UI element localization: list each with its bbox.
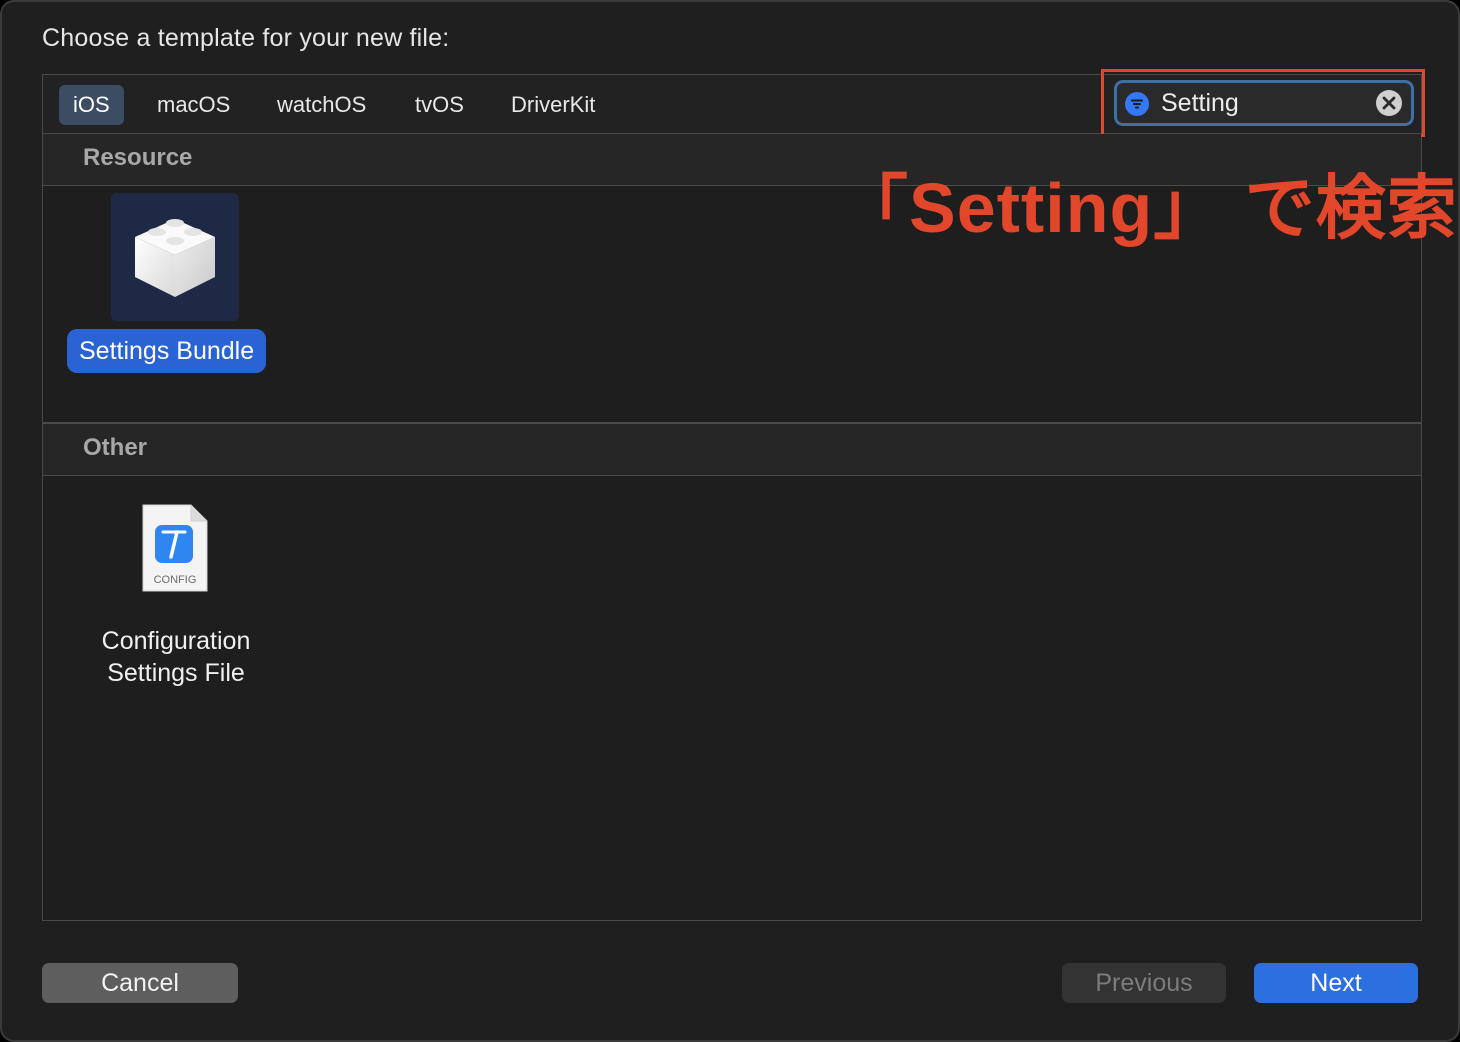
lego-brick-icon — [111, 193, 239, 321]
template-label-line1: Configuration — [101, 627, 251, 655]
dialog-title: Choose a template for your new file: — [42, 24, 450, 52]
config-file-icon: CONFIG — [141, 503, 209, 593]
section-header-other: Other — [43, 424, 1421, 476]
annotation-text: 「Setting」 で検索 — [838, 169, 1458, 247]
platform-tabbar: iOS macOS watchOS tvOS DriverKit Setting — [43, 69, 1425, 137]
template-settings-bundle[interactable]: Settings Bundle — [61, 193, 291, 377]
section-title: Resource — [83, 144, 193, 171]
cancel-button[interactable]: Cancel — [42, 963, 238, 1003]
filter-icon[interactable] — [1125, 92, 1149, 116]
section-title: Other — [83, 434, 148, 461]
template-label: Settings Bundle — [67, 329, 267, 373]
search-highlight-box: Setting — [1101, 69, 1425, 137]
tab-macos[interactable]: macOS — [143, 85, 244, 125]
clear-icon[interactable] — [1375, 89, 1403, 117]
tab-watchos[interactable]: watchOS — [263, 85, 380, 125]
search-input[interactable]: Setting — [1161, 83, 1239, 123]
config-caption: CONFIG — [154, 574, 197, 586]
next-button[interactable]: Next — [1254, 963, 1418, 1003]
template-configuration-settings-file[interactable]: CONFIG Configuration Settings File — [61, 503, 291, 693]
tab-ios[interactable]: iOS — [59, 85, 124, 125]
previous-button[interactable]: Previous — [1062, 963, 1226, 1003]
tab-tvos[interactable]: tvOS — [401, 85, 478, 125]
search-field[interactable]: Setting — [1114, 80, 1414, 126]
template-label-line2: Settings File — [107, 659, 245, 687]
new-file-dialog: Choose a template for your new file: iOS… — [0, 0, 1460, 1042]
tab-driverkit[interactable]: DriverKit — [497, 85, 609, 125]
